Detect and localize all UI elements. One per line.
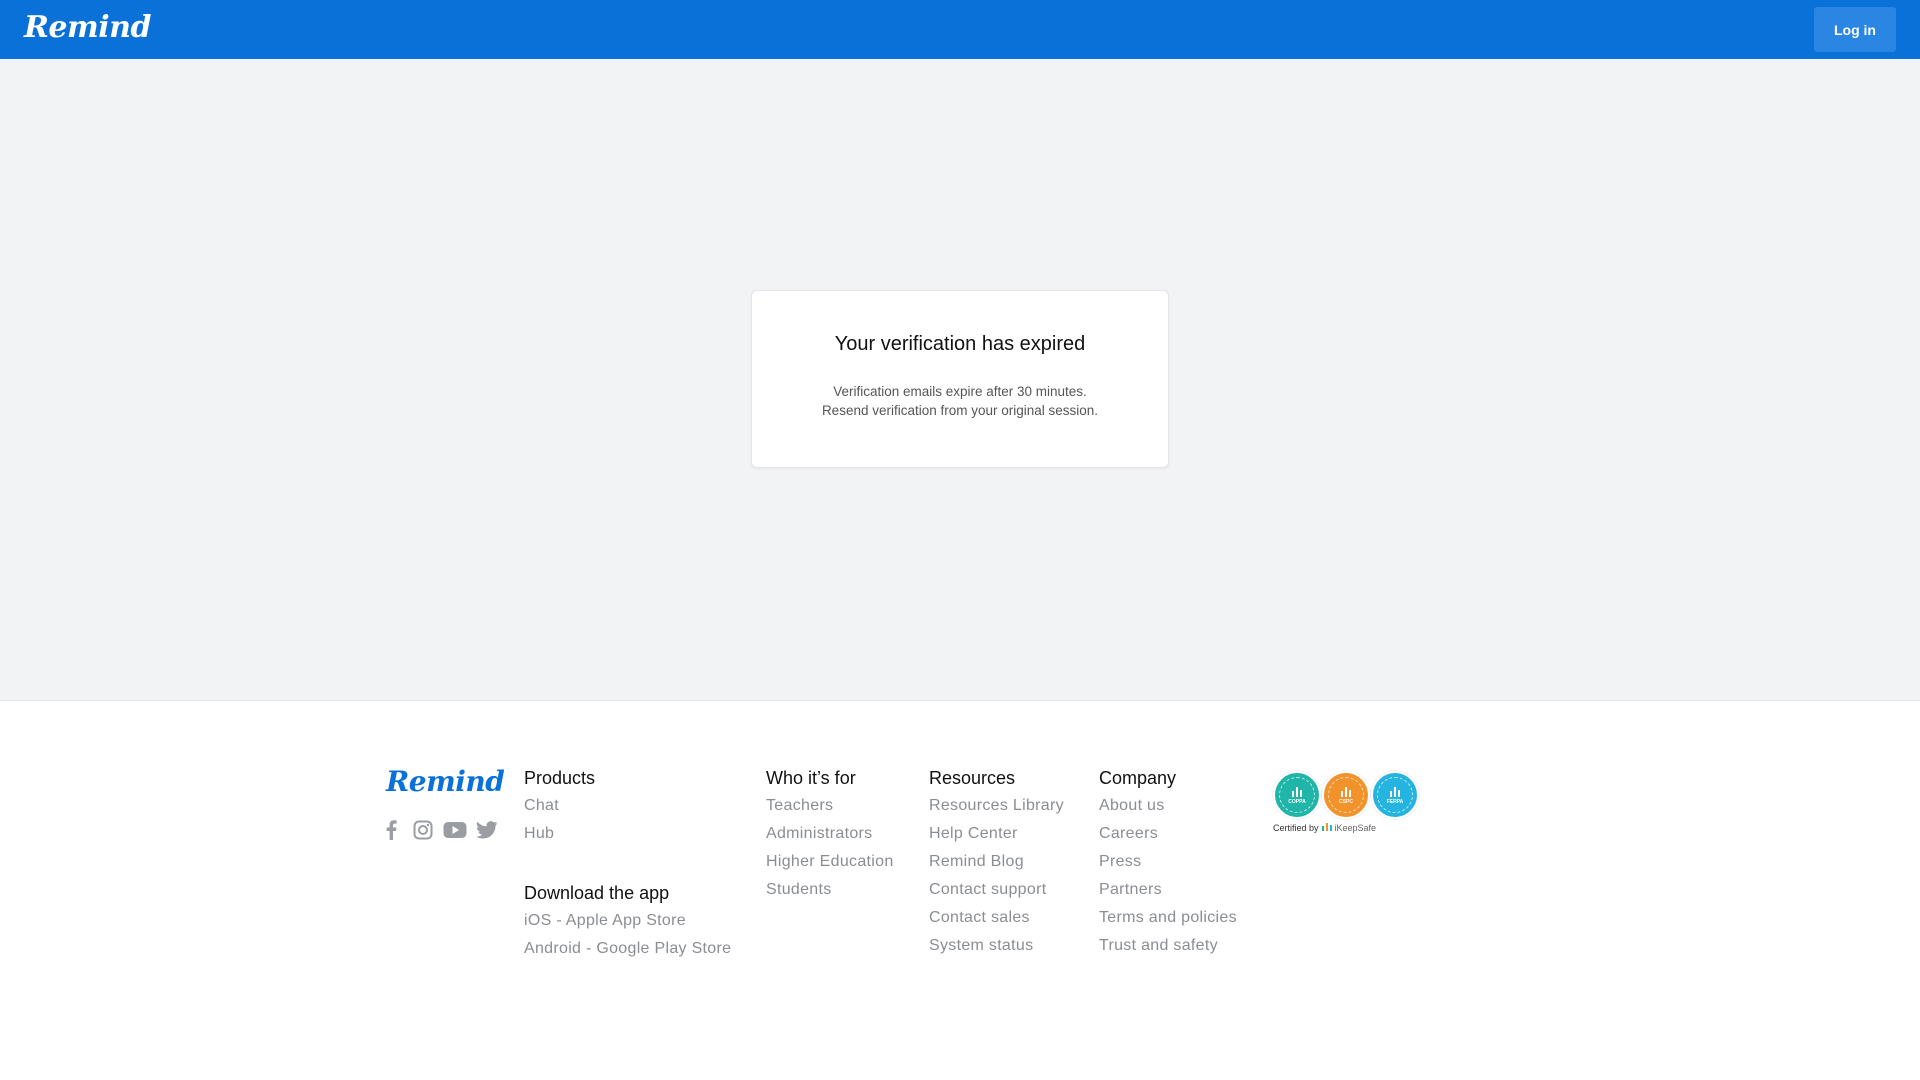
- instagram-icon[interactable]: [411, 819, 435, 841]
- footer-link-contact-sales[interactable]: Contact sales: [929, 904, 1064, 932]
- footer-remind-logo[interactable]: Remind: [386, 765, 505, 798]
- footer-link-help-center[interactable]: Help Center: [929, 820, 1064, 848]
- footer-link-careers[interactable]: Careers: [1099, 820, 1237, 848]
- footer-link-administrators[interactable]: Administrators: [766, 820, 894, 848]
- card-message-line-1: Verification emails expire after 30 minu…: [833, 384, 1087, 399]
- footer-link-google-play-store[interactable]: Android - Google Play Store: [524, 935, 731, 963]
- ikeepsafe-logo-icon: [1321, 823, 1332, 833]
- twitter-icon[interactable]: [475, 819, 499, 841]
- youtube-icon[interactable]: [443, 819, 467, 841]
- certifier-name: iKeepSafe: [1334, 823, 1377, 833]
- cspc-badge-label: CSPC: [1339, 799, 1353, 805]
- footer-column-company: Company About us Careers Press Partners …: [1099, 768, 1237, 960]
- verification-expired-card: Your verification has expired Verificati…: [751, 290, 1169, 468]
- remind-logo[interactable]: Remind: [24, 10, 151, 45]
- card-message-line-2: Resend verification from your original s…: [821, 403, 1099, 418]
- facebook-icon[interactable]: [379, 819, 403, 841]
- footer-link-contact-support[interactable]: Contact support: [929, 876, 1064, 904]
- who-heading: Who it’s for: [766, 768, 856, 788]
- login-button[interactable]: Log in: [1814, 7, 1896, 52]
- certification-badges[interactable]: COPPA CSPC FERPA Certified by iKeepSafe: [1273, 771, 1419, 833]
- coppa-badge-label: COPPA: [1288, 799, 1306, 805]
- footer-column-products: Products Chat Hub Download the app iOS -…: [524, 768, 731, 963]
- footer: Remind Products Chat Hub Download the ap…: [0, 700, 1920, 1080]
- ferpa-badge-icon: FERPA: [1371, 771, 1419, 819]
- footer-link-terms-and-policies[interactable]: Terms and policies: [1099, 904, 1237, 932]
- coppa-badge-icon: COPPA: [1273, 771, 1321, 819]
- card-title: Your verification has expired: [834, 333, 1086, 355]
- footer-link-press[interactable]: Press: [1099, 848, 1237, 876]
- footer-column-resources: Resources Resources Library Help Center …: [929, 768, 1064, 960]
- ferpa-badge-label: FERPA: [1386, 799, 1404, 805]
- footer-link-about-us[interactable]: About us: [1099, 792, 1237, 820]
- footer-link-remind-blog[interactable]: Remind Blog: [929, 848, 1064, 876]
- download-app-heading: Download the app: [524, 883, 670, 903]
- footer-link-resources-library[interactable]: Resources Library: [929, 792, 1064, 820]
- footer-column-who: Who it’s for Teachers Administrators Hig…: [766, 768, 894, 904]
- footer-link-system-status[interactable]: System status: [929, 932, 1064, 960]
- card-message: Verification emails expire after 30 minu…: [752, 382, 1168, 420]
- company-heading: Company: [1099, 768, 1177, 788]
- footer-link-chat[interactable]: Chat: [524, 792, 731, 820]
- footer-link-partners[interactable]: Partners: [1099, 876, 1237, 904]
- footer-link-higher-education[interactable]: Higher Education: [766, 848, 894, 876]
- resources-heading: Resources: [929, 768, 1016, 788]
- products-heading: Products: [524, 768, 596, 788]
- cspc-badge-icon: CSPC: [1322, 771, 1370, 819]
- footer-link-hub[interactable]: Hub: [524, 820, 731, 848]
- main-content: Your verification has expired Verificati…: [0, 59, 1920, 700]
- footer-link-teachers[interactable]: Teachers: [766, 792, 894, 820]
- footer-link-students[interactable]: Students: [766, 876, 894, 904]
- social-links: [379, 819, 499, 841]
- top-navbar: Remind Log in: [0, 0, 1920, 59]
- footer-link-trust-and-safety[interactable]: Trust and safety: [1099, 932, 1237, 960]
- certified-by-prefix: Certified by: [1273, 823, 1319, 833]
- footer-link-ios-app-store[interactable]: iOS - Apple App Store: [524, 907, 731, 935]
- certified-by-text: Certified by iKeepSafe: [1273, 823, 1419, 833]
